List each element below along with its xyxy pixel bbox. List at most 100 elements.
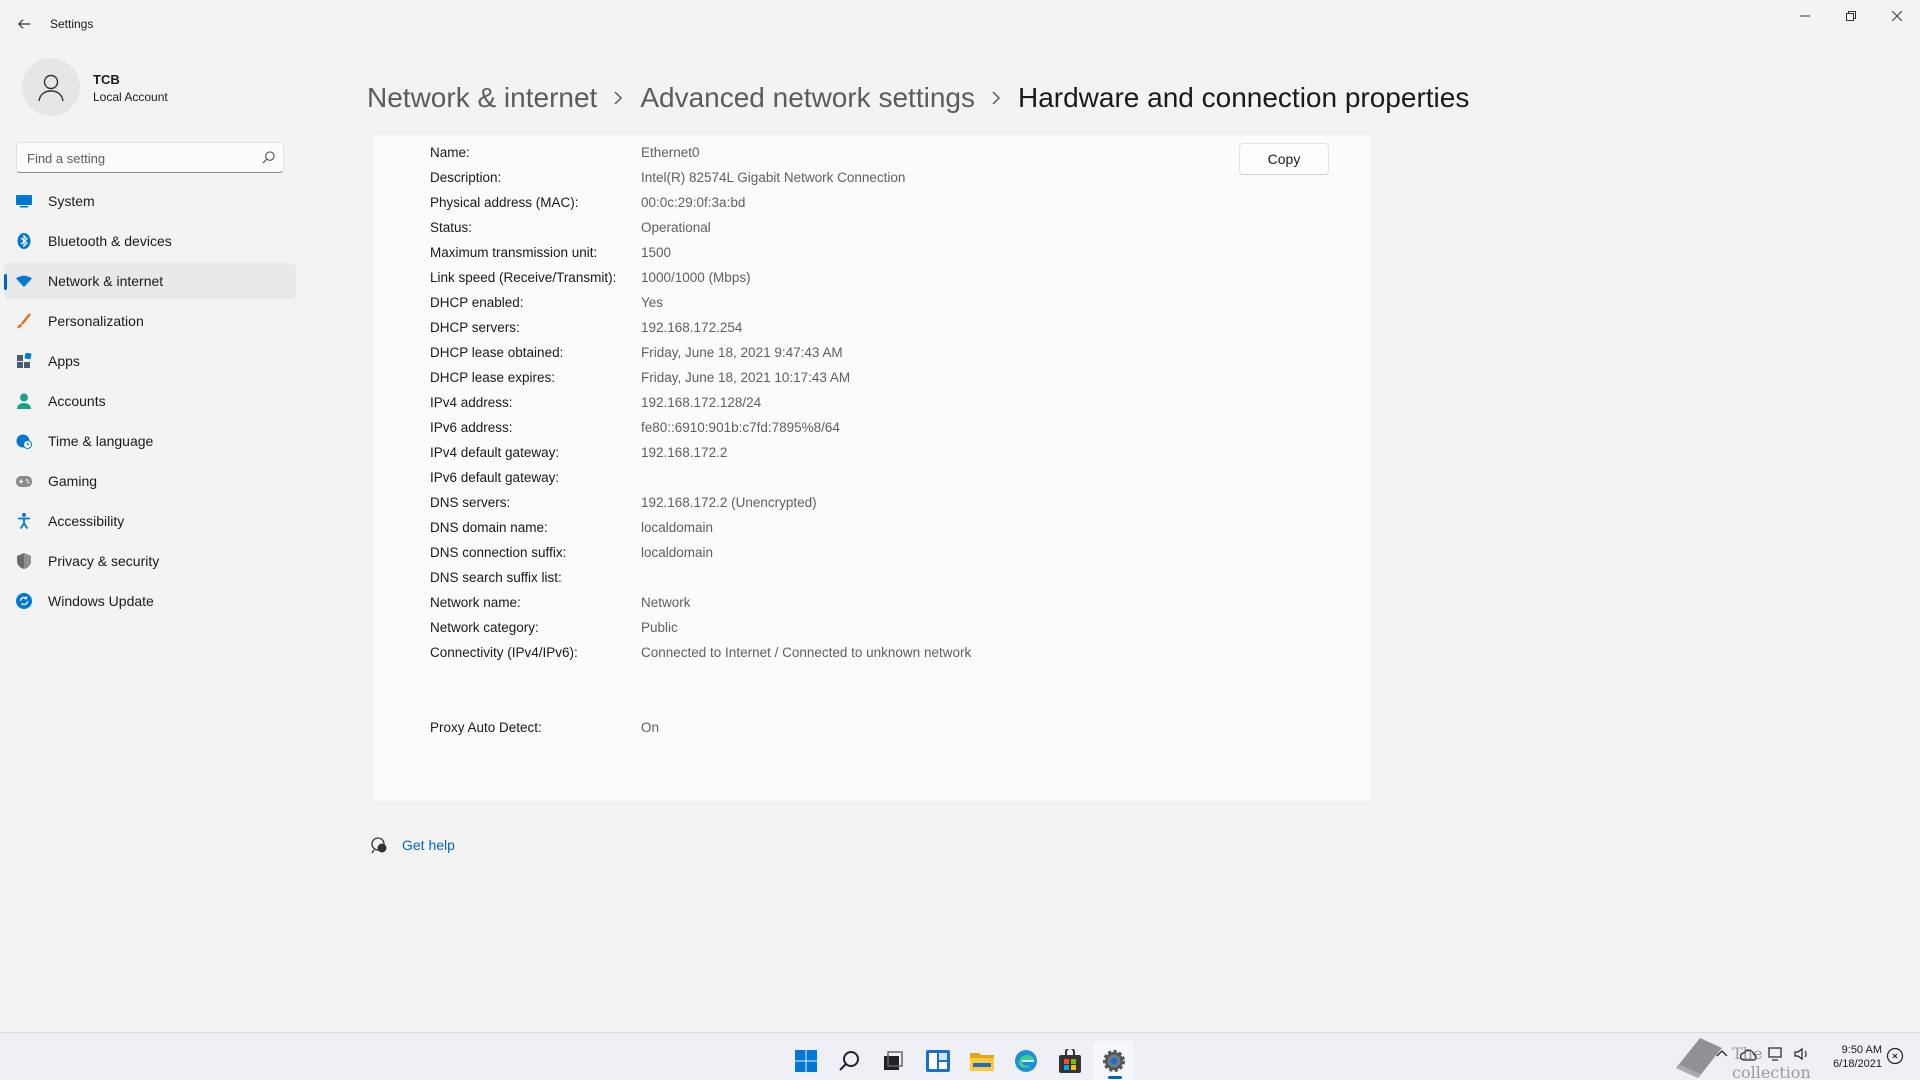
get-help-link[interactable]: Get help (371, 834, 455, 856)
wifi-icon (16, 273, 32, 289)
page-title: Hardware and connection properties (1017, 82, 1470, 113)
sidebar-item-network[interactable]: Network & internet (4, 263, 296, 299)
edge-icon (1015, 1050, 1037, 1072)
settings-icon (1103, 1050, 1125, 1072)
sidebar-item-system[interactable]: System (4, 183, 296, 219)
file-explorer-icon (970, 1053, 994, 1071)
taskbar: 9:50 AM 6/18/2021 (0, 1032, 1920, 1080)
sidebar-item-time-language[interactable]: Time & language (4, 423, 296, 459)
system-icon (16, 193, 32, 209)
property-label: IPv6 default gateway: (430, 470, 560, 485)
property-label: Connectivity (IPv4/IPv6): (430, 645, 578, 660)
sidebar-item-label: Bluetooth & devices (48, 233, 172, 249)
property-value: Public (641, 620, 678, 635)
property-label: DNS servers: (430, 495, 511, 510)
sidebar-item-apps[interactable]: Apps (4, 343, 296, 379)
property-value: 1000/1000 (Mbps) (641, 270, 751, 285)
sidebar-item-gaming[interactable]: Gaming (4, 463, 296, 499)
property-value: 00:0c:29:0f:3a:bd (641, 195, 746, 210)
gamepad-icon (16, 473, 32, 489)
search-placeholder: Find a setting (27, 151, 106, 166)
back-arrow-icon (17, 19, 31, 29)
task-view-button[interactable] (873, 1041, 913, 1080)
start-button[interactable] (786, 1041, 826, 1080)
sidebar-item-label: Apps (48, 353, 80, 369)
property-label: IPv4 default gateway: (430, 445, 560, 460)
search-icon (262, 151, 275, 164)
property-label: Maximum transmission unit: (430, 245, 598, 260)
update-icon (16, 593, 32, 609)
taskbar-search-button[interactable] (830, 1041, 870, 1080)
property-value: localdomain (641, 520, 714, 535)
user-profile[interactable]: TCB Local Account (22, 58, 292, 120)
property-value: fe80::6910:901b:c7fd:7895%8/64 (641, 420, 840, 435)
minimize-icon (1800, 15, 1810, 17)
chevron-right-icon (991, 91, 1001, 105)
sidebar-item-label: Privacy & security (48, 553, 160, 569)
property-label: DHCP enabled: (430, 295, 524, 310)
property-label: Link speed (Receive/Transmit): (430, 270, 617, 285)
property-value: Operational (641, 220, 711, 235)
property-value: Ethernet0 (641, 145, 700, 160)
edge-button[interactable] (1006, 1041, 1046, 1080)
property-label: Name: (430, 145, 470, 160)
restore-icon (1846, 11, 1856, 21)
restore-button[interactable] (1828, 0, 1874, 32)
property-label: Status: (430, 220, 473, 235)
bluetooth-icon (16, 233, 32, 249)
start-icon (795, 1050, 817, 1072)
breadcrumb-item-network-internet[interactable]: Network & internet (367, 82, 597, 114)
sidebar-item-label: Accessibility (48, 513, 125, 529)
sidebar-item-label: Accounts (48, 393, 106, 409)
close-button[interactable] (1874, 0, 1920, 32)
get-help-label: Get help (402, 837, 455, 853)
clock[interactable]: 9:50 AM 6/18/2021 (1810, 1043, 1882, 1071)
property-label: IPv4 address: (430, 395, 513, 410)
store-button[interactable] (1050, 1041, 1090, 1080)
breadcrumb: Network & internet Advanced network sett… (367, 78, 1469, 118)
property-value: Network (641, 595, 691, 610)
property-value: Friday, June 18, 2021 9:47:43 AM (641, 345, 843, 360)
shield-icon (16, 553, 32, 569)
sidebar-item-personalization[interactable]: Personalization (4, 303, 296, 339)
breadcrumb-item-advanced-network[interactable]: Advanced network settings (640, 82, 975, 114)
sidebar-item-label: System (48, 193, 95, 209)
notification-icon[interactable] (1886, 1047, 1904, 1065)
back-button[interactable] (12, 12, 36, 36)
property-value: Friday, June 18, 2021 10:17:43 AM (641, 370, 851, 385)
file-explorer-button[interactable] (962, 1041, 1002, 1080)
property-label: Network category: (430, 620, 539, 635)
property-value: Intel(R) 82574L Gigabit Network Connecti… (641, 170, 906, 185)
chevron-right-icon (613, 91, 623, 105)
sidebar-item-privacy-security[interactable]: Privacy & security (4, 543, 296, 579)
property-value: 192.168.172.2 (Unencrypted) (641, 495, 817, 510)
property-value: 1500 (641, 245, 672, 260)
property-label: DNS connection suffix: (430, 545, 567, 560)
sidebar-item-windows-update[interactable]: Windows Update (4, 583, 296, 619)
profile-account-type: Local Account (93, 90, 168, 104)
help-chat-icon (371, 836, 387, 853)
widgets-button[interactable] (918, 1041, 958, 1080)
profile-name: TCB (93, 72, 120, 87)
sidebar-nav: System Bluetooth & devices Network & int… (4, 183, 296, 623)
property-value: On (641, 720, 660, 735)
property-value: 192.168.172.2 (641, 445, 728, 460)
watermark: The collection book (1670, 1030, 1811, 1080)
sidebar-item-label: Personalization (48, 313, 144, 329)
property-value: 192.168.172.254 (641, 320, 743, 335)
property-label: DHCP lease expires: (430, 370, 556, 385)
sidebar-item-label: Time & language (48, 433, 154, 449)
sidebar-item-bluetooth[interactable]: Bluetooth & devices (4, 223, 296, 259)
person-icon (38, 74, 64, 102)
settings-taskbar-button[interactable] (1094, 1041, 1134, 1080)
sidebar-item-accessibility[interactable]: Accessibility (4, 503, 296, 539)
brush-icon (16, 313, 32, 329)
copy-button[interactable]: Copy (1239, 143, 1329, 175)
property-value: localdomain (641, 545, 714, 560)
minimize-button[interactable] (1782, 0, 1828, 32)
property-label: IPv6 address: (430, 420, 513, 435)
property-label: Description: (430, 170, 502, 185)
search-input[interactable]: Find a setting (16, 142, 284, 173)
sidebar-item-accounts[interactable]: Accounts (4, 383, 296, 419)
sidebar-item-label: Windows Update (48, 593, 154, 609)
